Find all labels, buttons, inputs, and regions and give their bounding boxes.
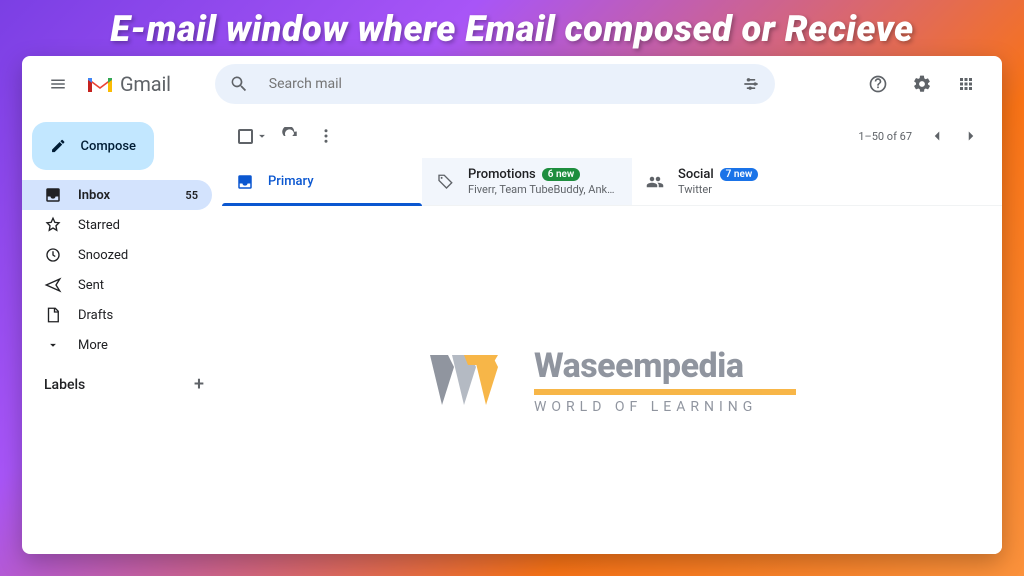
tag-icon: [436, 173, 454, 191]
new-badge: 6 new: [542, 168, 581, 181]
search-options-icon[interactable]: [733, 66, 769, 102]
star-icon: [44, 216, 62, 234]
nav-label: Drafts: [78, 308, 113, 323]
watermark: Waseempedia WORLD OF LEARNING: [428, 346, 796, 415]
sidebar-item-drafts[interactable]: Drafts: [22, 300, 212, 330]
toolbar-left: [236, 119, 343, 153]
apps-icon[interactable]: [946, 64, 986, 104]
header-bar: Gmail: [22, 56, 1002, 112]
inbox-icon: [236, 173, 254, 191]
support-icon[interactable]: [858, 64, 898, 104]
inbox-count: 55: [185, 189, 198, 202]
page-banner-title: E-mail window where Email composed or Re…: [0, 0, 1024, 56]
message-list-area: Waseempedia WORLD OF LEARNING: [222, 206, 1002, 554]
settings-icon[interactable]: [902, 64, 942, 104]
select-all-checkbox[interactable]: [236, 125, 271, 148]
inbox-icon: [44, 186, 62, 204]
tab-social[interactable]: Social 7 new Twitter: [632, 158, 832, 205]
more-button[interactable]: [309, 119, 343, 153]
tab-info: Social 7 new Twitter: [678, 167, 758, 196]
people-icon: [646, 173, 664, 191]
tab-info: Promotions 6 new Fiverr, Team TubeBuddy,…: [468, 167, 618, 196]
category-tabs: Primary Promotions 6 new Fiverr, Team Tu…: [222, 158, 1002, 206]
compose-button[interactable]: Compose: [32, 122, 154, 170]
labels-title: Labels: [44, 377, 85, 393]
watermark-title: Waseempedia: [534, 346, 743, 386]
sidebar-item-sent[interactable]: Sent: [22, 270, 212, 300]
main-panel: 1–50 of 67 Primary Promotions 6 new: [222, 114, 1002, 554]
send-icon: [44, 276, 62, 294]
sidebar-item-starred[interactable]: Starred: [22, 210, 212, 240]
sidebar-item-inbox[interactable]: Inbox 55: [22, 180, 212, 210]
watermark-divider: [534, 389, 796, 395]
header-right: [858, 64, 986, 104]
compose-label: Compose: [80, 139, 136, 154]
nav-label: Snoozed: [78, 248, 128, 263]
main-menu-button[interactable]: [38, 64, 78, 104]
watermark-subtitle: WORLD OF LEARNING: [534, 399, 757, 415]
gmail-m-icon: [86, 74, 114, 94]
sidebar: Compose Inbox 55 Starred Snoozed Sent: [22, 112, 222, 554]
tab-primary[interactable]: Primary: [222, 158, 422, 205]
file-icon: [44, 306, 62, 324]
chevron-down-icon: [255, 129, 269, 143]
clock-icon: [44, 246, 62, 264]
sidebar-item-snoozed[interactable]: Snoozed: [22, 240, 212, 270]
toolbar-right: 1–50 of 67: [858, 119, 988, 153]
search-input[interactable]: [263, 76, 727, 92]
chevron-down-icon: [44, 336, 62, 354]
checkbox-icon: [238, 129, 253, 144]
tab-subtitle: Fiverr, Team TubeBuddy, Ankan ...: [468, 183, 618, 196]
search-icon[interactable]: [221, 66, 257, 102]
nav-label: More: [78, 338, 108, 353]
pagination-text: 1–50 of 67: [858, 130, 912, 143]
refresh-button[interactable]: [273, 119, 307, 153]
nav-label: Sent: [78, 278, 104, 293]
tab-label: Promotions: [468, 167, 536, 182]
search-container: [215, 64, 775, 104]
new-badge: 7 new: [720, 168, 759, 181]
prev-page-button[interactable]: [920, 119, 954, 153]
sidebar-item-more[interactable]: More: [22, 330, 212, 360]
gmail-logo-text: Gmail: [120, 72, 171, 96]
add-label-button[interactable]: +: [194, 374, 204, 395]
gmail-logo[interactable]: Gmail: [86, 72, 171, 96]
watermark-logo-icon: [428, 351, 520, 409]
nav-label: Inbox: [78, 188, 110, 203]
tab-label: Social: [678, 167, 714, 182]
nav-label: Starred: [78, 218, 120, 233]
next-page-button[interactable]: [954, 119, 988, 153]
tab-promotions[interactable]: Promotions 6 new Fiverr, Team TubeBuddy,…: [422, 158, 632, 205]
gmail-window: Gmail Compose: [22, 56, 1002, 554]
pencil-icon: [50, 136, 66, 156]
tab-label: Primary: [268, 174, 314, 189]
toolbar: 1–50 of 67: [222, 114, 1002, 158]
tab-subtitle: Twitter: [678, 183, 758, 196]
labels-header: Labels +: [22, 360, 222, 401]
app-body: Compose Inbox 55 Starred Snoozed Sent: [22, 112, 1002, 554]
